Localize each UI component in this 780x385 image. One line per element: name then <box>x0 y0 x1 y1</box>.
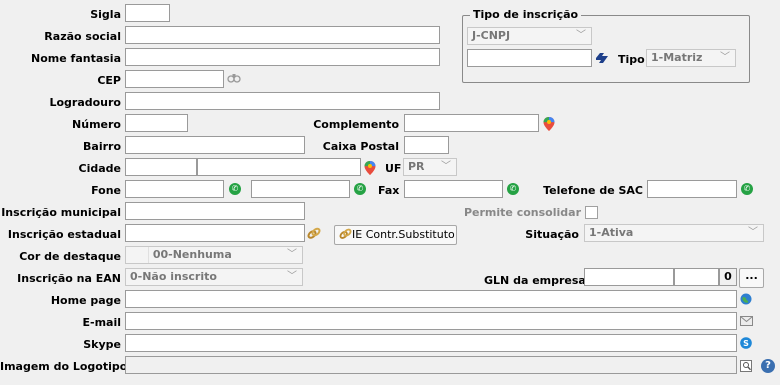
telefone-sac-input[interactable] <box>647 180 737 198</box>
label-inscricao-ean: Inscrição na EAN <box>17 272 121 285</box>
chevron-down-icon: ﹀ <box>441 161 451 172</box>
inscricao-ean-value: 0-Não inscrito <box>130 270 217 283</box>
inscricao-ean-select[interactable]: 0-Não inscrito ﹀ <box>125 268 303 286</box>
label-email: E-mail <box>82 316 121 329</box>
skype-input[interactable] <box>125 334 737 352</box>
uf-select[interactable]: PR ﹀ <box>403 158 457 176</box>
map-pin-icon[interactable] <box>364 161 376 175</box>
label-razao-social: Razão social <box>44 30 121 43</box>
situacao-value: 1-Ativa <box>589 226 634 239</box>
logradouro-input[interactable] <box>125 92 440 110</box>
inscricao-estadual-input[interactable] <box>125 224 305 242</box>
fone2-input[interactable] <box>251 180 350 198</box>
inscricao-municipal-input[interactable] <box>125 202 305 220</box>
label-permite-consolidar: Permite consolidar <box>463 206 581 219</box>
ie-contr-substituto-label: IE Contr.Substituto <box>352 228 455 241</box>
receita-federal-icon[interactable] <box>595 52 609 64</box>
label-inscricao-municipal: Inscrição municipal <box>1 206 121 219</box>
color-swatch <box>126 247 149 263</box>
chevron-down-icon: ﹀ <box>720 52 730 63</box>
label-tipo: Tipo <box>618 53 645 66</box>
email-input[interactable] <box>125 312 737 330</box>
whatsapp-icon[interactable]: ✆ <box>507 183 519 195</box>
cidade-name-input[interactable] <box>197 158 361 176</box>
map-pin-icon[interactable] <box>543 117 555 131</box>
cor-destaque-value: 00-Nenhuma <box>152 248 232 261</box>
numero-input[interactable] <box>125 114 188 132</box>
label-fone: Fone <box>91 184 121 197</box>
label-telefone-sac: Telefone de SAC <box>543 184 643 197</box>
nome-fantasia-input[interactable] <box>125 48 440 66</box>
chevron-down-icon: ﹀ <box>748 227 758 238</box>
envelope-icon[interactable] <box>740 316 753 328</box>
label-fax: Fax <box>378 184 400 197</box>
svg-text:S: S <box>743 339 749 348</box>
razao-social-input[interactable] <box>125 26 440 44</box>
label-imagem-logotipo: Imagem do Logotipo <box>0 360 128 373</box>
tipo-inscricao-select[interactable]: J-CNPJ ﹀ <box>467 27 592 45</box>
binoculars-icon[interactable] <box>227 73 241 85</box>
label-complemento: Complemento <box>313 118 399 131</box>
complemento-input[interactable] <box>404 114 539 132</box>
label-inscricao-estadual: Inscrição estadual <box>7 228 121 241</box>
chain-link-icon[interactable] <box>307 227 321 239</box>
label-cor-destaque: Cor de destaque <box>19 250 121 263</box>
caixa-postal-input[interactable] <box>404 136 449 154</box>
help-icon[interactable]: ? <box>761 359 775 373</box>
whatsapp-icon[interactable]: ✆ <box>354 183 366 195</box>
sigla-input[interactable] <box>125 4 170 22</box>
gln-number-input[interactable] <box>674 268 719 286</box>
skype-icon[interactable]: S <box>740 337 752 349</box>
label-bairro: Bairro <box>83 140 121 153</box>
cnpj-input[interactable] <box>467 49 592 67</box>
label-nome-fantasia: Nome fantasia <box>31 52 121 65</box>
permite-consolidar-checkbox[interactable] <box>585 206 598 219</box>
label-gln-empresa: GLN da empresa <box>484 274 586 287</box>
chevron-down-icon: ﹀ <box>287 271 297 282</box>
cidade-code-input[interactable] <box>125 158 197 176</box>
fax-input[interactable] <box>404 180 503 198</box>
image-icon[interactable] <box>740 360 752 372</box>
chevron-down-icon: ﹀ <box>576 30 586 41</box>
label-home-page: Home page <box>50 294 121 307</box>
label-uf: UF <box>385 162 402 175</box>
label-caixa-postal: Caixa Postal <box>322 140 399 153</box>
fone-input[interactable] <box>125 180 224 198</box>
ie-contr-substituto-button[interactable]: IE Contr.Substituto <box>334 225 457 245</box>
tipo-select[interactable]: 1-Matriz ﹀ <box>646 49 736 67</box>
label-sigla: Sigla <box>90 8 121 21</box>
tipo-inscricao-legend: Tipo de inscrição <box>470 8 582 22</box>
label-logradouro: Logradouro <box>49 96 121 109</box>
uf-value: PR <box>408 160 425 173</box>
chain-link-icon <box>339 228 352 246</box>
chevron-down-icon: ﹀ <box>287 249 297 260</box>
label-cep: CEP <box>97 74 121 87</box>
gln-prefix-input[interactable] <box>584 268 674 286</box>
situacao-select[interactable]: 1-Ativa ﹀ <box>584 224 764 242</box>
label-numero: Número <box>72 118 121 131</box>
whatsapp-icon[interactable]: ✆ <box>741 183 753 195</box>
home-page-input[interactable] <box>125 290 737 308</box>
gln-check-digit: 0 <box>719 268 737 286</box>
label-skype: Skype <box>83 338 121 351</box>
label-cidade: Cidade <box>78 162 121 175</box>
gln-more-button[interactable]: ... <box>739 268 764 288</box>
imagem-logotipo-input <box>125 356 737 374</box>
globe-icon[interactable] <box>740 293 752 305</box>
bairro-input[interactable] <box>125 136 305 154</box>
tipo-inscricao-value: J-CNPJ <box>472 29 511 42</box>
tipo-value: 1-Matriz <box>651 51 703 64</box>
cor-destaque-select[interactable]: 00-Nenhuma ﹀ <box>125 246 303 264</box>
label-situacao: Situação <box>525 228 579 241</box>
whatsapp-icon[interactable]: ✆ <box>229 183 241 195</box>
cep-input[interactable] <box>125 70 224 88</box>
